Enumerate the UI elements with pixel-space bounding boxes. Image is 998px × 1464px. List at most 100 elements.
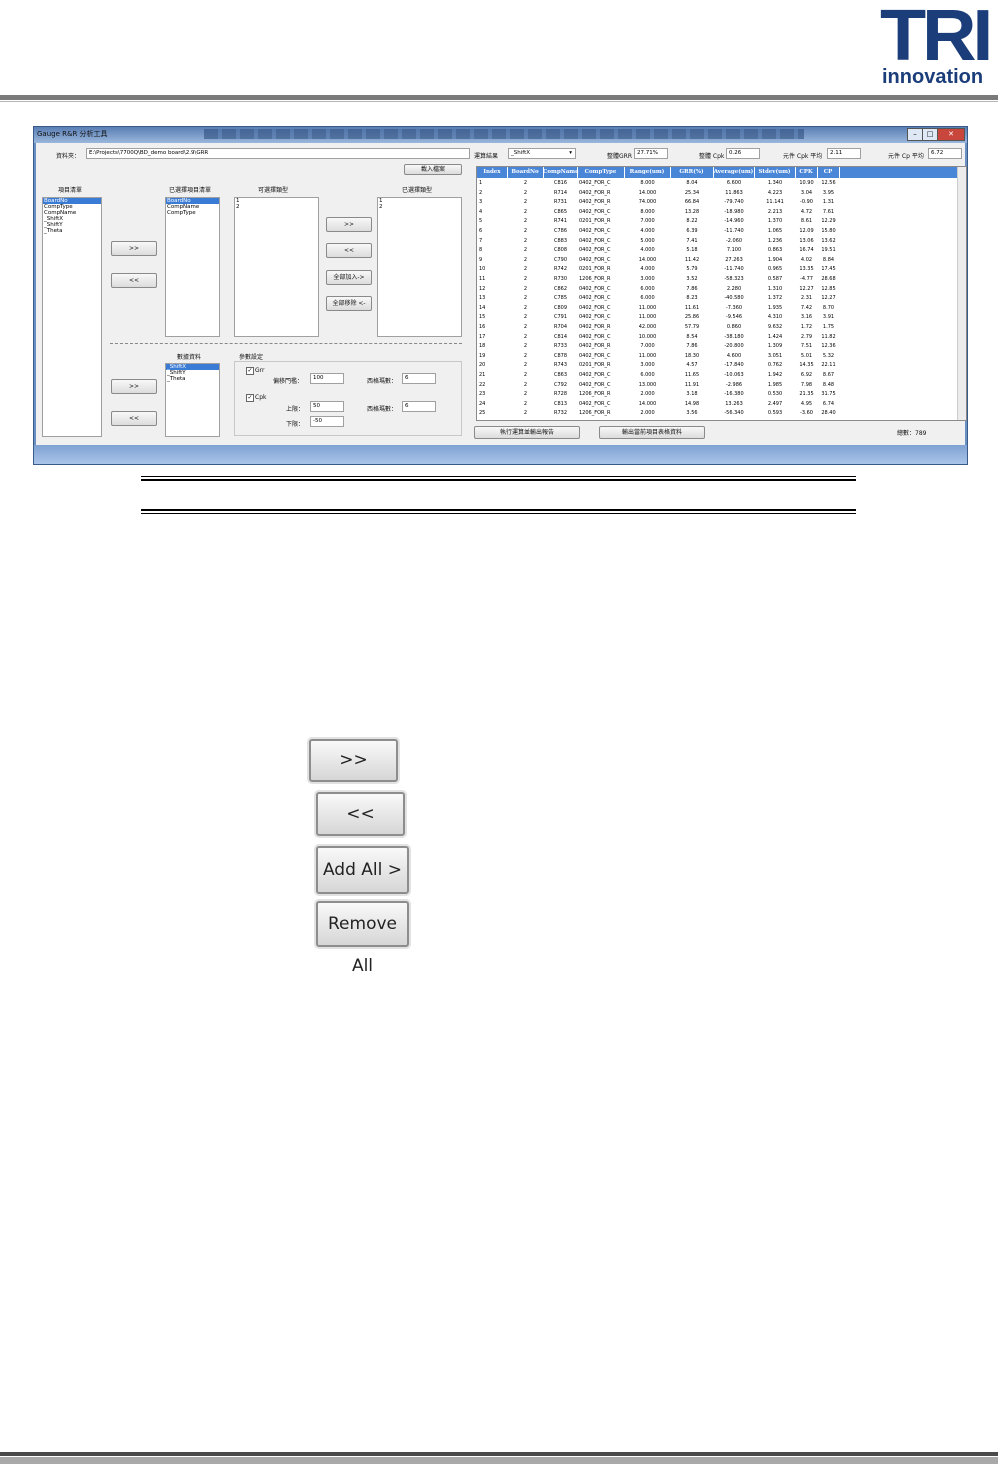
- add-all-button[interactable]: 全部加入->: [326, 270, 372, 285]
- table-row[interactable]: 23 2 R728 1206_FOR_R 2.000 3.18 -16.380 0.530 21…: [477, 390, 957, 398]
- results-table[interactable]: Index BoardNo CompName CompType Range(um) GRR…: [476, 166, 967, 421]
- column-header[interactable]: CompType: [577, 167, 625, 178]
- overall-cpk-label: 整體 Cpk: [699, 153, 725, 160]
- table-cell: 13.000: [638, 381, 657, 388]
- table-row[interactable]: 12 2 C862 0402_FOR_C 6.000 7.86 2.280 1.310 12.2…: [477, 285, 957, 293]
- column-header[interactable]: BoardNo: [507, 167, 544, 178]
- table-row[interactable]: 4 2 C865 0402_FOR_C 8.000 13.28 -18.980 2.213 4.…: [477, 208, 957, 216]
- table-row[interactable]: 3 2 R731 0402_FOR_R 74.000 66.84 -79.740 11.141…: [477, 198, 957, 206]
- table-cell: 57.79: [684, 324, 700, 330]
- sigma-input-2[interactable]: 6: [402, 401, 436, 412]
- upper-limit-input[interactable]: 50: [310, 401, 344, 412]
- table-row[interactable]: 16 2 R704 0402_FOR_R 42.000 57.79 0.860 9.632 1.…: [477, 323, 957, 331]
- table-row[interactable]: 5 2 R741 0201_FOR_R 7.000 8.22 -14.960 1.370 8.6…: [477, 217, 957, 225]
- table-row[interactable]: 13 2 C785 0402_FOR_C 6.000 8.23 -40.580 1.372 2.…: [477, 294, 957, 302]
- table-row[interactable]: 14 2 C809 0402_FOR_C 11.000 11.61 -7.360 1.935 7…: [477, 304, 957, 312]
- table-row[interactable]: 15 2 C791 0402_FOR_C 11.000 25.86 -9.546 4.310 3…: [477, 313, 957, 321]
- column-header[interactable]: CP: [817, 167, 840, 178]
- table-row[interactable]: 19 2 C878 0402_FOR_C 11.000 18.30 4.600 3.051 5.…: [477, 352, 957, 360]
- table-row[interactable]: 24 2 C813 0402_FOR_C 14.000 14.98 13.263 2.497 4…: [477, 400, 957, 408]
- close-icon[interactable]: ✕: [937, 128, 965, 141]
- available-types-list[interactable]: 1 2: [234, 197, 319, 337]
- params-label: 參數設定: [239, 354, 264, 361]
- remove-data-button[interactable]: <<: [111, 411, 157, 426]
- tolerance-label: 偏移門檻：: [273, 378, 304, 385]
- column-header[interactable]: Index: [477, 167, 508, 178]
- table-cell: 6.000: [640, 295, 655, 302]
- folder-path-field[interactable]: E:\Projects\7700Q\BD_demo board\2.9\GRR: [86, 148, 470, 159]
- table-cell: 12.29: [821, 218, 836, 225]
- cpk-checkbox[interactable]: ✓: [246, 394, 254, 402]
- table-row[interactable]: 17 2 C814 0402_FOR_C 10.000 8.54 -38.180 1.424 2…: [477, 333, 957, 341]
- lower-limit-input[interactable]: -50: [310, 416, 344, 427]
- chosen-types-list[interactable]: 1 2: [377, 197, 462, 337]
- grr-checkbox[interactable]: ✓: [246, 367, 254, 375]
- column-header[interactable]: Stdev(um): [754, 167, 796, 178]
- table-cell: C814: [553, 333, 568, 340]
- table-cell: 1.985: [767, 381, 783, 388]
- table-row[interactable]: 10 2 R742 0201_FOR_R 4.000 5.79 -11.740 0.965 13…: [477, 265, 957, 273]
- column-header[interactable]: Average(um): [713, 167, 755, 178]
- result-select[interactable]: _ShiftX ▾: [508, 148, 576, 159]
- table-cell: 1.309: [767, 343, 783, 350]
- table-scrollbar[interactable]: [957, 167, 966, 420]
- table-cell: 0402_FOR_C: [579, 285, 611, 292]
- list-item[interactable]: _Theta: [43, 228, 101, 234]
- table-cell: -14.960: [724, 218, 744, 225]
- titlebar-background: [204, 129, 804, 139]
- table-row[interactable]: 7 2 C883 0402_FOR_C 5.000 7.41 -2.060 1.236 13.0…: [477, 237, 957, 245]
- tolerance-input[interactable]: 100: [310, 373, 344, 384]
- load-file-button[interactable]: 載入檔案: [404, 164, 462, 175]
- list-item[interactable]: 2: [378, 204, 461, 210]
- table-row[interactable]: 20 2 R743 0201_FOR_R 3.000 4.57 -17.840 0.762 14…: [477, 361, 957, 369]
- remove-all-button[interactable]: 全部移除 <-: [326, 296, 372, 311]
- table-cell: 0402_FOR_C: [579, 228, 611, 234]
- column-header[interactable]: CompName: [543, 167, 579, 178]
- items-list[interactable]: BoardNo CompType CompName _ShiftX _Shift…: [42, 197, 102, 437]
- table-cell: 11: [479, 276, 486, 282]
- selected-items-list[interactable]: BoardNo CompName CompType: [165, 197, 220, 337]
- list-item[interactable]: 2: [235, 204, 318, 210]
- window-titlebar: Gauge R&R 分析工具 – □ ✕: [34, 127, 967, 143]
- list-item[interactable]: _Theta: [166, 376, 219, 382]
- column-header[interactable]: GRR(%): [670, 167, 714, 178]
- table-row[interactable]: 11 2 R730 1206_FOR_R 3.000 3.52 -58.323 0.587 -4…: [477, 275, 957, 283]
- minimize-icon[interactable]: –: [907, 128, 923, 141]
- table-row[interactable]: 8 2 C808 0402_FOR_C 4.000 5.18 7.100 0.863 16.74…: [477, 246, 957, 254]
- table-row[interactable]: 9 2 C790 0402_FOR_C 14.000 11.42 27.263 1.904 4.…: [477, 256, 957, 264]
- table-cell: 14.98: [684, 400, 700, 407]
- table-cell: 7.86: [686, 285, 698, 292]
- remove-type-button[interactable]: <<: [326, 243, 372, 258]
- table-cell: 2: [523, 228, 528, 234]
- add-type-button[interactable]: >>: [326, 217, 372, 232]
- maximize-icon[interactable]: □: [922, 128, 938, 141]
- table-cell: 9.632: [767, 324, 783, 330]
- window-title: Gauge R&R 分析工具: [37, 130, 108, 138]
- run-report-button[interactable]: 執行運算並輸出報告: [474, 426, 580, 439]
- add-item-button[interactable]: >>: [111, 241, 157, 256]
- table-row[interactable]: 6 2 C786 0402_FOR_C 4.000 6.39 -11.740 1.065 12.…: [477, 227, 957, 235]
- remove-item-button[interactable]: <<: [111, 273, 157, 288]
- list-item[interactable]: CompType: [166, 210, 219, 216]
- data-list[interactable]: _ShiftX _ShiftY _Theta: [165, 363, 220, 437]
- table-row[interactable]: 22 2 C792 0402_FOR_C 13.000 11.91 -2.986 1.985 7…: [477, 381, 957, 389]
- table-cell: R732: [553, 410, 568, 417]
- table-cell: R728: [553, 391, 568, 398]
- sigma-input-1[interactable]: 6: [402, 373, 436, 384]
- logo-tri: TRI: [880, 0, 993, 76]
- table-row[interactable]: 25 2 R732 1206_FOR_R 2.000 3.56 -56.340 0.593 -3…: [477, 409, 957, 417]
- add-data-button[interactable]: >>: [111, 379, 157, 394]
- table-row[interactable]: 1 2 C816 0402_FOR_C 8.000 8.04 6.600 1.340 10.90…: [477, 179, 957, 187]
- table-cell: 0402_FOR_C: [579, 304, 611, 311]
- table-cell: 12.27: [799, 285, 814, 292]
- table-cell: 8.22: [686, 218, 698, 225]
- table-row[interactable]: 2 2 R714 0402_FOR_R 14.000 25.34 11.863 4.223 3.…: [477, 189, 957, 197]
- table-cell: 2.213: [767, 208, 783, 215]
- table-cell: -40.580: [724, 295, 744, 302]
- column-header[interactable]: Range(um): [624, 167, 671, 178]
- column-header[interactable]: CPK: [795, 167, 818, 178]
- table-cell: 0402_FOR_C: [579, 247, 611, 254]
- table-row[interactable]: 21 2 C863 0402_FOR_C 6.000 11.65 -10.063 1.942 6…: [477, 371, 957, 379]
- table-row[interactable]: 18 2 R733 0402_FOR_R 7.000 7.86 -20.800 1.309 7.…: [477, 342, 957, 350]
- export-table-button[interactable]: 輸出當前項目表格資料: [599, 426, 705, 439]
